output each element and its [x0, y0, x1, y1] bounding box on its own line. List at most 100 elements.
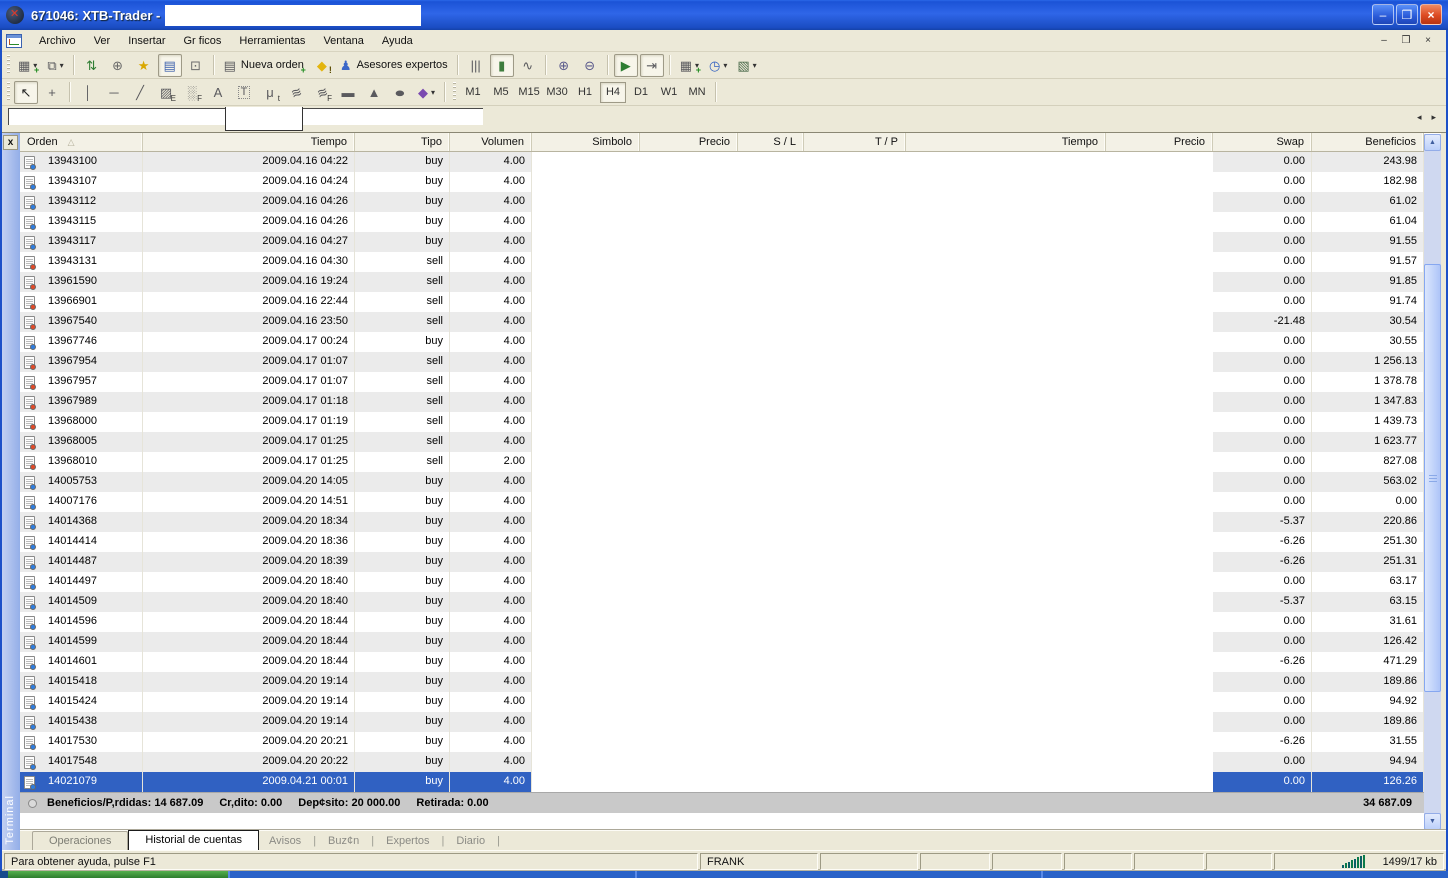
fibonacci-retracement-button[interactable]: ░F [180, 81, 204, 104]
trendline-button[interactable]: ╱ [128, 81, 152, 104]
rectangle-button[interactable]: ▬ [336, 81, 360, 104]
scroll-up-icon[interactable]: ▲ [1424, 134, 1441, 151]
cell-vol: 4.00 [450, 292, 532, 312]
market-watch-button[interactable]: ▤ [158, 54, 182, 77]
zoom-in-button[interactable]: ⊕ [552, 54, 576, 77]
menu-item-herramientas[interactable]: Herramientas [230, 32, 314, 50]
scroll-down-icon[interactable]: ▼ [1424, 813, 1441, 830]
column-header-tp[interactable]: T / P [804, 133, 906, 151]
column-header-symbol[interactable]: Simbolo [532, 133, 640, 151]
line-chart-button[interactable]: ∿ [516, 54, 540, 77]
cell-swap: 0.00 [1213, 292, 1312, 312]
full-point-button[interactable]: ⊕ [106, 54, 130, 77]
timeframe-h1[interactable]: H1 [572, 82, 598, 103]
cell-prof: 31.61 [1312, 612, 1424, 632]
ellipse-button[interactable]: ● [388, 81, 412, 104]
toolbar-grip[interactable] [7, 82, 10, 102]
arrows-button[interactable]: ◆▾ [414, 81, 439, 104]
toolbar-grip[interactable] [453, 82, 456, 102]
expert-properties-button[interactable]: ◆! [310, 54, 334, 77]
start-button-sliver[interactable] [8, 871, 228, 878]
favorites-button[interactable]: ★ [132, 54, 156, 77]
timeframe-m15[interactable]: M15 [516, 82, 542, 103]
equidistant-channel-button[interactable]: ▨E [154, 81, 178, 104]
tab-diario[interactable]: Diario [446, 832, 495, 850]
nueva-orden-button[interactable]: ▤+Nueva orden [220, 54, 308, 77]
timeframe-w1[interactable]: W1 [656, 82, 682, 103]
tab-operaciones[interactable]: Operaciones [32, 831, 128, 850]
scrollbar-thumb[interactable] [1424, 264, 1441, 692]
cycle-lines-button[interactable]: μt [258, 81, 282, 104]
timeframe-mn[interactable]: MN [684, 82, 710, 103]
child-restore-button[interactable]: ❒ [1398, 34, 1414, 48]
triangle-button[interactable]: ▲ [362, 81, 386, 104]
menu-item-ver[interactable]: Ver [85, 32, 120, 50]
profiles-button[interactable]: ⧉▾ [43, 54, 67, 77]
order-icon-cell [20, 612, 42, 632]
order-buy-icon [24, 196, 35, 209]
column-header-swap[interactable]: Swap [1213, 133, 1312, 151]
horizontal-line-button[interactable]: ─ [102, 81, 126, 104]
vertical-scrollbar[interactable]: ▲ ▼ [1424, 134, 1441, 830]
candlestick-chart-button[interactable]: ▮ [490, 54, 514, 77]
candlestick-chart-icon: ▮ [498, 59, 505, 72]
table-body: 139431002009.04.16 04:22buy4.000.00243.9… [20, 152, 1424, 792]
fibonacci-fan-button[interactable]: ≋F [310, 81, 334, 104]
cell-type: buy [355, 232, 450, 252]
terminal-close-button[interactable]: x [3, 135, 18, 150]
menu-item-insertar[interactable]: Insertar [119, 32, 174, 50]
menu-item-gr-ficos[interactable]: Gr ficos [175, 32, 231, 50]
chart-shift-button[interactable]: ⇥ [640, 54, 664, 77]
cursor-button[interactable]: ↖ [14, 81, 38, 104]
timeframe-m30[interactable]: M30 [544, 82, 570, 103]
periods-button[interactable]: ◷▾ [705, 54, 731, 77]
new-chart-button[interactable]: ▦+▾ [14, 54, 41, 77]
toolbar-scroll-left-icon[interactable]: ◂ [1417, 112, 1422, 123]
timeframe-h4[interactable]: H4 [600, 82, 626, 103]
tab-buz-n[interactable]: Buz¢n [318, 832, 369, 850]
tab-expertos[interactable]: Expertos [376, 832, 439, 850]
column-header-volume[interactable]: Volumen [450, 133, 532, 151]
column-header-type[interactable]: Tipo [355, 133, 450, 151]
menu-item-ventana[interactable]: Ventana [314, 32, 372, 50]
minimize-button[interactable]: – [1372, 4, 1394, 25]
menu-item-ayuda[interactable]: Ayuda [373, 32, 422, 50]
menu-item-archivo[interactable]: Archivo [30, 32, 85, 50]
vertical-line-button[interactable]: │ [76, 81, 100, 104]
child-minimize-button[interactable]: – [1376, 34, 1392, 48]
toolbar-grip[interactable] [7, 55, 10, 75]
timeframe-m1[interactable]: M1 [460, 82, 486, 103]
bar-chart-button[interactable]: ||| [464, 54, 488, 77]
data-window-button[interactable]: ⊡ [184, 54, 208, 77]
crosshair-button[interactable]: + [40, 81, 64, 104]
timeframe-m5[interactable]: M5 [488, 82, 514, 103]
timeframe-d1[interactable]: D1 [628, 82, 654, 103]
cell-prof: 94.94 [1312, 752, 1424, 772]
order-buy-icon [24, 236, 35, 249]
column-header-price2[interactable]: Precio [1106, 133, 1213, 151]
auto-scroll-button[interactable]: ▶ [614, 54, 638, 77]
cell-swap: 0.00 [1213, 632, 1312, 652]
text-label-button[interactable]: T [232, 81, 256, 104]
indicators-button[interactable]: ▦+▾ [676, 54, 703, 77]
zoom-out-button[interactable]: ⊖ [578, 54, 602, 77]
column-header-sl[interactable]: S / L [738, 133, 804, 151]
gann-fan-button[interactable]: ≋ [284, 81, 308, 104]
tick-chart-button[interactable]: ⇅ [80, 54, 104, 77]
restore-button[interactable]: ❒ [1396, 4, 1418, 25]
cell-type: buy [355, 332, 450, 352]
column-header-time[interactable]: Tiempo [143, 133, 355, 151]
text-button[interactable]: A [206, 81, 230, 104]
tab-avisos[interactable]: Avisos [259, 832, 311, 850]
close-button[interactable]: × [1420, 4, 1442, 25]
column-header-order[interactable]: Orden△ [20, 133, 143, 151]
templates-button[interactable]: ▧▾ [733, 54, 760, 77]
asesores-expertos-button[interactable]: ♟Asesores expertos [336, 54, 452, 77]
child-close-button[interactable]: × [1420, 34, 1436, 48]
column-header-time2[interactable]: Tiempo [906, 133, 1106, 151]
toolbar-scroll-right-icon[interactable]: ▸ [1431, 112, 1436, 123]
column-header-price[interactable]: Precio [640, 133, 738, 151]
cell-order: 13943115 [42, 212, 143, 232]
tab-historial-de-cuentas[interactable]: Historial de cuentas [128, 830, 259, 851]
column-header-profit[interactable]: Beneficios [1312, 133, 1424, 151]
